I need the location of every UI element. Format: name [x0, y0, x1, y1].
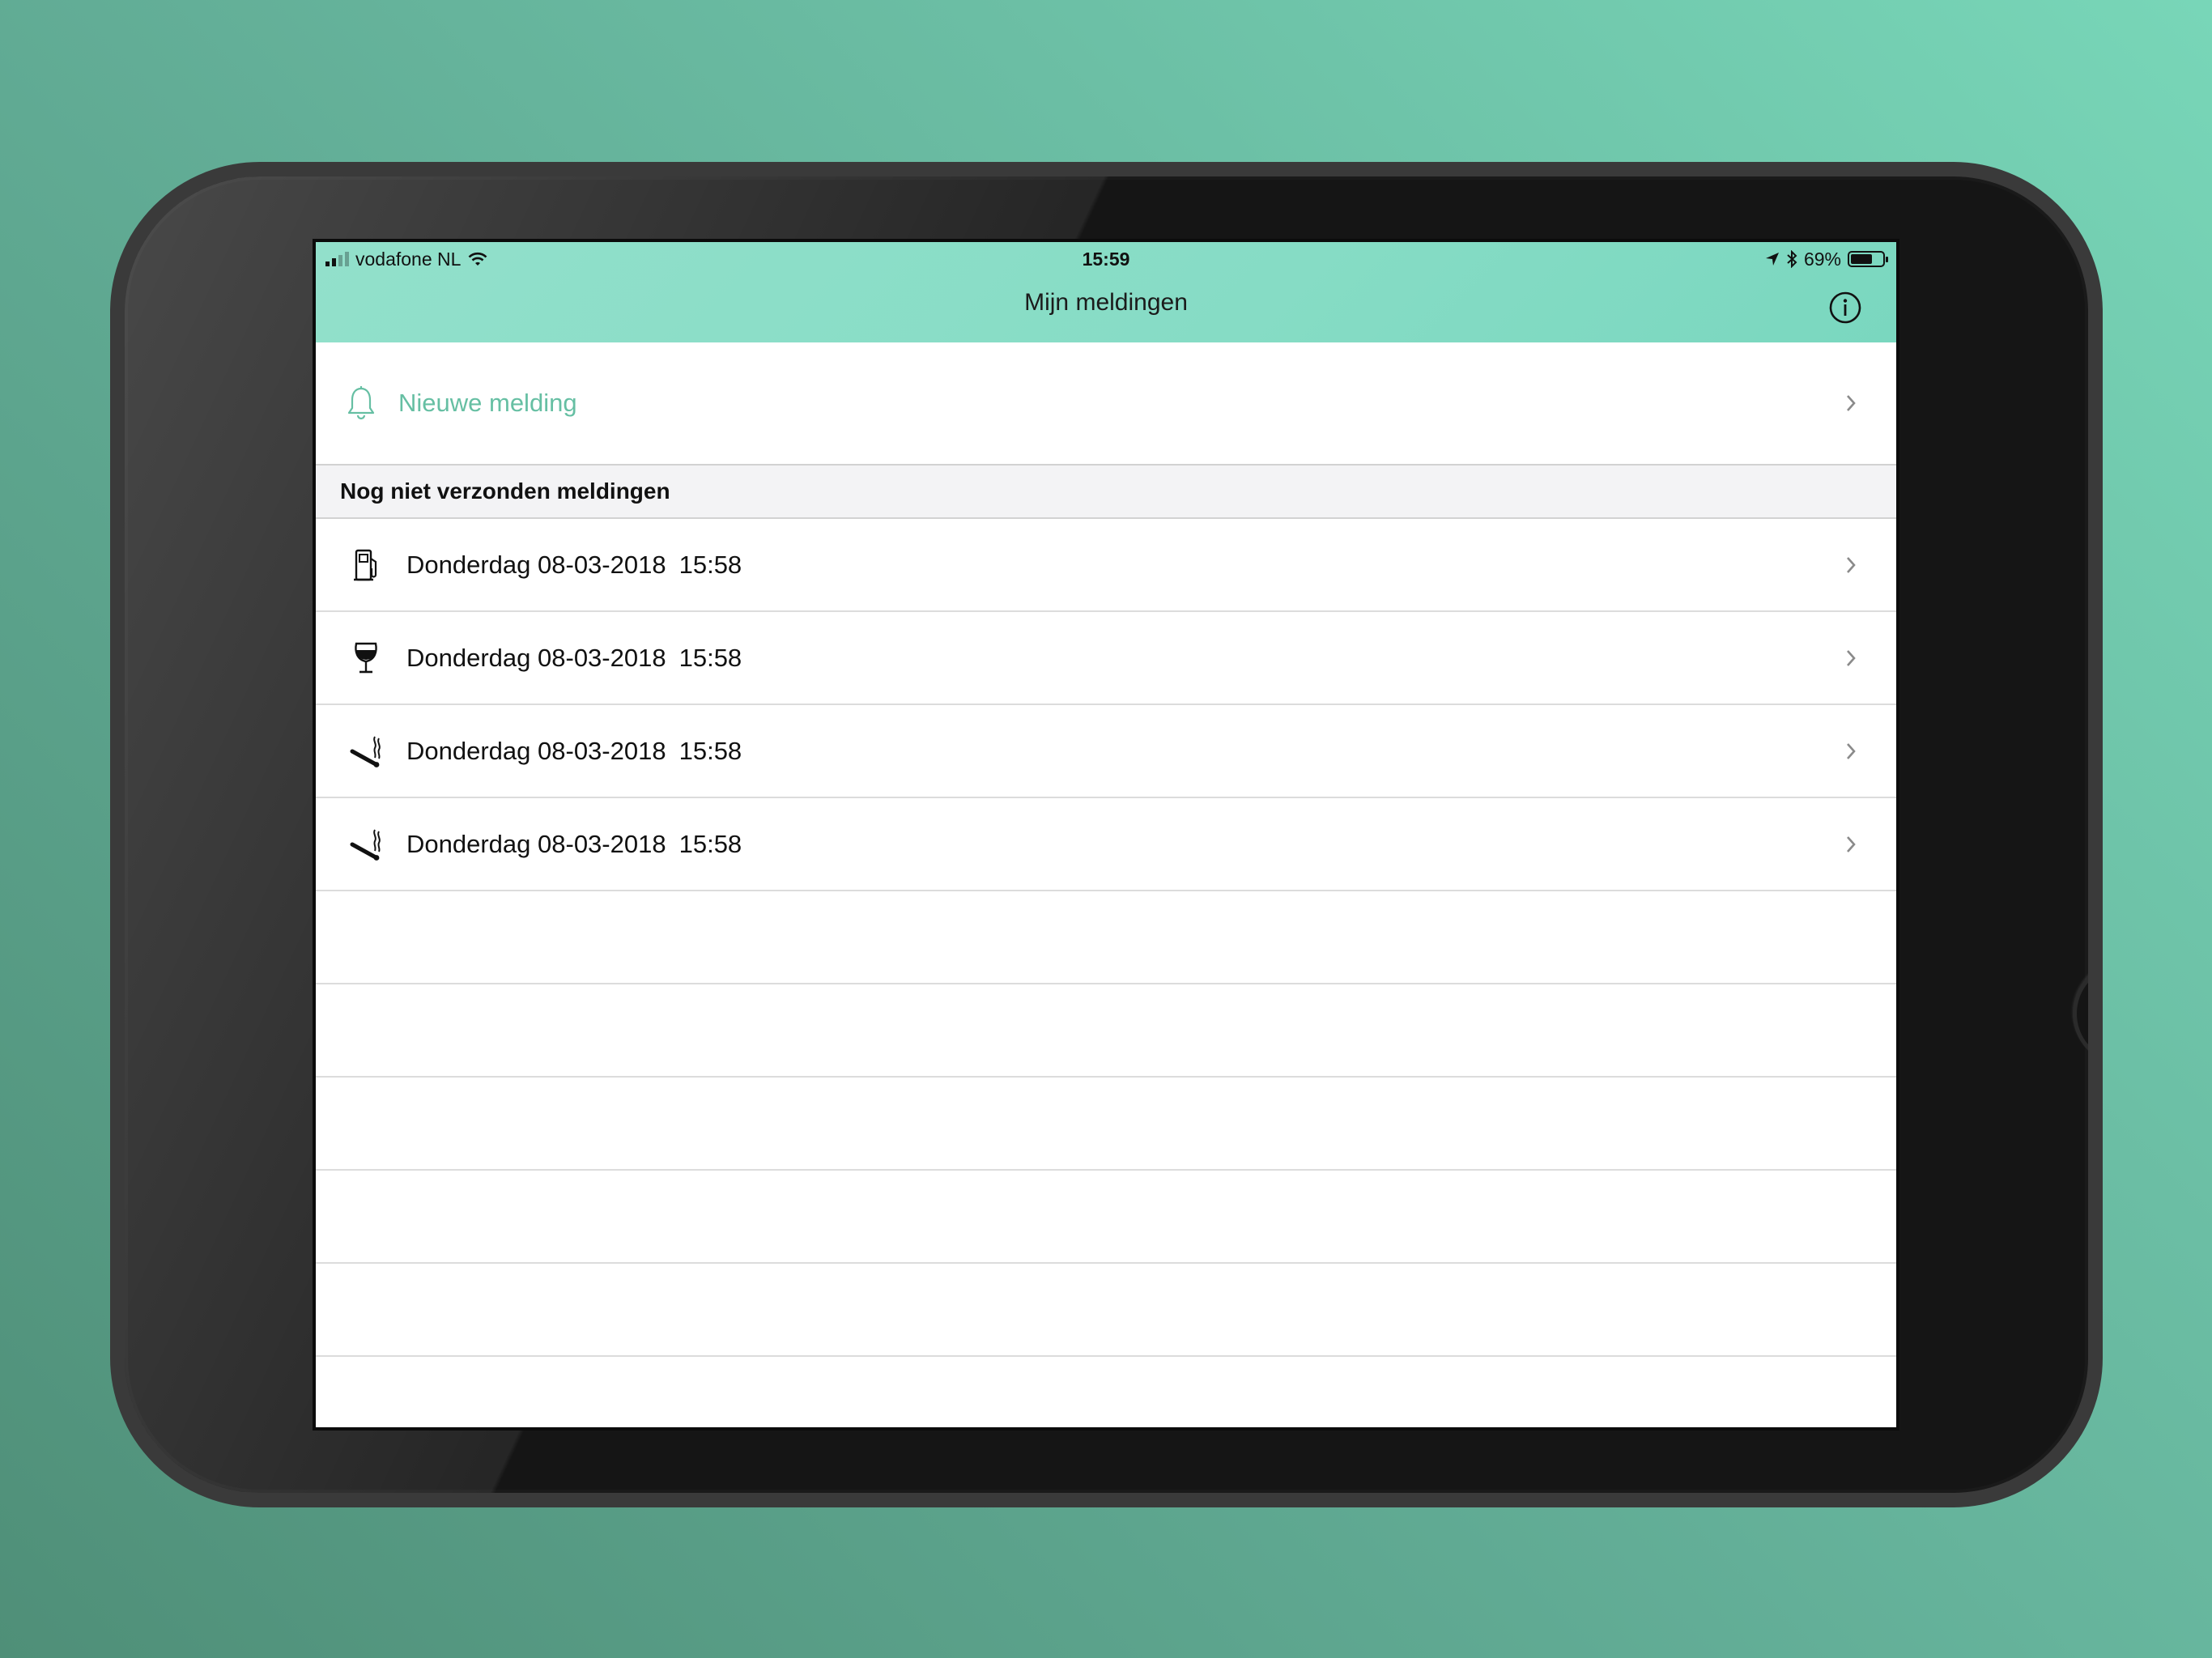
empty-table-row	[316, 1357, 1896, 1427]
wine-glass-icon	[348, 640, 384, 676]
report-date: Donderdag 08-03-2018	[406, 550, 666, 579]
home-button[interactable]	[2073, 962, 2088, 1065]
chevron-right-icon	[1847, 395, 1856, 411]
chevron-right-icon	[1847, 742, 1856, 759]
report-row[interactable]: Donderdag 08-03-2018 15:58	[316, 705, 1896, 798]
fuel-pump-icon	[348, 547, 384, 583]
smoking-icon	[348, 733, 384, 769]
empty-table-row	[316, 1171, 1896, 1264]
chevron-right-icon	[1847, 649, 1856, 666]
smoking-icon	[348, 827, 384, 862]
report-date: Donderdag 08-03-2018	[406, 736, 666, 765]
empty-table-row	[316, 984, 1896, 1078]
wifi-icon	[469, 252, 487, 266]
report-date: Donderdag 08-03-2018	[406, 829, 666, 858]
status-left: vodafone NL	[325, 249, 488, 270]
report-time: 15:58	[678, 550, 742, 579]
empty-table-row	[316, 1078, 1896, 1171]
report-time: 15:58	[678, 736, 742, 765]
status-right: 69%	[1765, 248, 1888, 270]
battery-fill	[1851, 254, 1873, 264]
status-bar: vodafone NL 15:59 69%	[316, 242, 1896, 276]
bluetooth-icon	[1787, 250, 1797, 268]
report-time: 15:58	[678, 829, 742, 858]
carrier-name: vodafone NL	[355, 248, 462, 270]
app-screen: vodafone NL 15:59 69% Mijn meldingen Nie…	[313, 239, 1899, 1431]
chevron-right-icon	[1847, 556, 1856, 573]
section-header-unsent: Nog niet verzonden meldingen	[316, 466, 1896, 519]
empty-table-row	[316, 1264, 1896, 1357]
info-icon[interactable]	[1828, 291, 1862, 325]
status-clock: 15:59	[1082, 248, 1130, 270]
battery-percent: 69%	[1803, 248, 1841, 270]
empty-table-row	[316, 891, 1896, 984]
signal-icon	[325, 252, 349, 266]
new-report-row[interactable]: Nieuwe melding	[316, 342, 1896, 466]
new-report-label: Nieuwe melding	[398, 389, 577, 417]
location-arrow-icon	[1765, 253, 1779, 266]
navigation-bar: vodafone NL 15:59 69% Mijn meldingen	[316, 242, 1896, 342]
battery-icon	[1848, 251, 1888, 267]
report-row[interactable]: Donderdag 08-03-2018 15:58	[316, 519, 1896, 612]
page-title: Mijn meldingen	[1024, 289, 1188, 316]
bell-icon	[347, 386, 375, 420]
report-date: Donderdag 08-03-2018	[406, 643, 666, 672]
report-row[interactable]: Donderdag 08-03-2018 15:58	[316, 798, 1896, 891]
report-row[interactable]: Donderdag 08-03-2018 15:58	[316, 612, 1896, 705]
report-time: 15:58	[678, 643, 742, 672]
chevron-right-icon	[1847, 835, 1856, 852]
